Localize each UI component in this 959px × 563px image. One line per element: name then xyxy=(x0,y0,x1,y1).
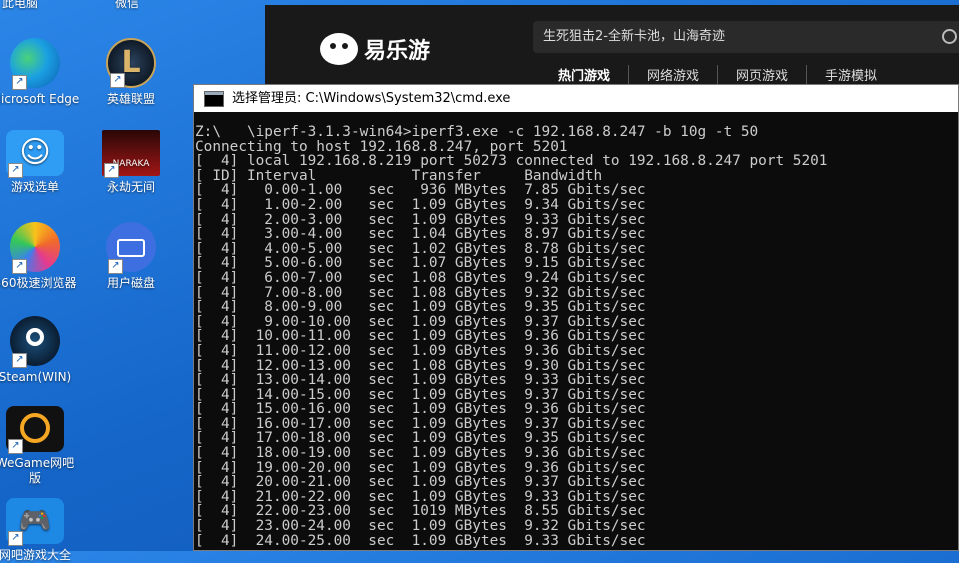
desktop-icon-game-menu[interactable]: ☺ ↗ 游戏选单 xyxy=(0,130,80,195)
cmd-line: [ 4] 12.00-13.00 sec 1.08 GBytes 9.30 Gb… xyxy=(195,357,646,374)
cmd-line: [ 4] 24.00-25.00 sec 1.09 GBytes 9.33 Gb… xyxy=(195,532,646,549)
steam-icon: ↗ xyxy=(10,316,60,368)
cmd-line: [ 4] 7.00-8.00 sec 1.08 GBytes 9.32 Gbit… xyxy=(195,284,646,301)
cmd-line: Z:\ \iperf-3.1.3-win64>iperf3.exe -c 192… xyxy=(195,124,759,140)
desktop-icon-user-disk[interactable]: ↗ 用户磁盘 xyxy=(86,222,176,291)
desktop-icon-label: 英雄联盟 xyxy=(106,92,155,106)
desktop-icon-label: 网吧游戏大全 xyxy=(0,548,71,562)
nav-web-games[interactable]: 网页游戏 xyxy=(718,65,808,84)
cmd-line: [ 4] 19.00-20.00 sec 1.09 GBytes 9.36 Gb… xyxy=(195,459,646,476)
desktop-icon-steam[interactable]: ↗ Steam(WIN) xyxy=(0,316,80,385)
nav-mobile-sim[interactable]: 手游模拟 xyxy=(807,65,895,84)
desktop-icon-label: Steam(WIN) xyxy=(0,370,72,384)
desktop-icon-label: 永劫无间 xyxy=(106,180,155,194)
cmd-line: [ 4] 5.00-6.00 sec 1.07 GBytes 9.15 Gbit… xyxy=(195,255,646,272)
cmd-line: [ 4] 20.00-21.00 sec 1.09 GBytes 9.37 Gb… xyxy=(195,474,646,491)
browser-360-icon: ↗ xyxy=(10,222,60,274)
cmd-line: [ 4] 22.00-23.00 sec 1019 MBytes 8.55 Gb… xyxy=(195,503,646,520)
cmd-line: [ 4] 18.00-19.00 sec 1.09 GBytes 9.36 Gb… xyxy=(195,445,646,462)
cmd-line: [ 4] 6.00-7.00 sec 1.08 GBytes 9.24 Gbit… xyxy=(195,269,646,286)
search-input[interactable]: 生死狙击2-全新卡池，山海奇迹 xyxy=(533,21,959,53)
cmd-line: [ 4] 0.00-1.00 sec 936 MBytes 7.85 Gbits… xyxy=(195,182,646,199)
cmd-output[interactable]: Z:\ \iperf-3.1.3-win64>iperf3.exe -c 192… xyxy=(194,112,958,548)
cmd-icon xyxy=(204,90,224,107)
nav-hot-games[interactable]: 热门游戏 xyxy=(558,65,630,84)
cmd-line: [ ID] Interval Transfer Bandwidth xyxy=(195,167,603,184)
cmd-line: [ 4] 17.00-18.00 sec 1.09 GBytes 9.35 Gb… xyxy=(195,430,646,447)
desktop-icon-wegame[interactable]: ↗ WeGame网吧版 xyxy=(0,406,80,486)
cmd-line: [ 4] 14.00-15.00 sec 1.09 GBytes 9.37 Gb… xyxy=(195,386,646,403)
cmd-line: [ 4] 10.00-11.00 sec 1.09 GBytes 9.36 Gb… xyxy=(195,328,646,345)
logo-face-icon xyxy=(320,33,358,65)
cmd-line: [ 4] 4.00-5.00 sec 1.02 GBytes 8.78 Gbit… xyxy=(195,240,646,257)
cmd-line: [ 4] 9.00-10.00 sec 1.09 GBytes 9.37 Gbi… xyxy=(195,313,646,330)
cmd-line: [ 4] 21.00-22.00 sec 1.09 GBytes 9.33 Gb… xyxy=(195,488,646,505)
desktop-icon-360-browser[interactable]: ↗ 360极速浏览器 xyxy=(0,222,80,291)
smiley-game-icon: ☺ ↗ xyxy=(6,130,64,178)
edge-icon: ↗ xyxy=(10,38,60,90)
site-logo-text: 易乐游 xyxy=(364,39,431,64)
site-nav: 热门游戏 网络游戏 网页游戏 手游模拟 xyxy=(558,65,895,84)
cmd-line: [ 4] 1.00-2.00 sec 1.09 GBytes 9.34 Gbit… xyxy=(195,196,646,213)
site-logo[interactable]: 易乐游 xyxy=(320,33,430,65)
cmd-line: [ 4] 15.00-16.00 sec 1.09 GBytes 9.36 Gb… xyxy=(195,401,646,418)
cmd-line: [ 4] 2.00-3.00 sec 1.09 GBytes 9.33 Gbit… xyxy=(195,211,646,228)
desktop-label-wechat[interactable]: 微信 xyxy=(115,0,139,11)
desktop-icon-yongjie[interactable]: NARAKA ↗ 永劫无间 xyxy=(86,130,176,195)
lol-icon: L ↗ xyxy=(106,38,156,88)
cmd-title-text: 选择管理员: C:\Windows\System32\cmd.exe xyxy=(232,91,511,106)
desktop-icon-label: WeGame网吧版 xyxy=(0,456,75,485)
wegame-icon: ↗ xyxy=(6,406,64,454)
cmd-window[interactable]: 选择管理员: C:\Windows\System32\cmd.exe Z:\ \… xyxy=(193,84,959,551)
desktop-icon-label: 游戏选单 xyxy=(10,180,59,194)
cmd-line: [ 4] 13.00-14.00 sec 1.09 GBytes 9.33 Gb… xyxy=(195,372,646,389)
desktop-icon-lol[interactable]: L ↗ 英雄联盟 xyxy=(86,38,176,107)
cmd-line: Connecting to host 192.168.8.247, port 5… xyxy=(195,138,568,155)
desktop-icon-label: 用户磁盘 xyxy=(106,276,155,290)
desktop-icon-label: 360极速浏览器 xyxy=(0,276,77,290)
desktop-icon-edge[interactable]: ↗ Microsoft Edge xyxy=(0,38,80,107)
disk-icon: ↗ xyxy=(106,222,156,274)
cmd-line: [ 4] local 192.168.8.219 port 50273 conn… xyxy=(195,153,828,170)
desktop-icon-label: Microsoft Edge xyxy=(0,92,80,106)
cmd-line: [ 4] 8.00-9.00 sec 1.09 GBytes 9.35 Gbit… xyxy=(195,299,646,316)
yongjie-icon: NARAKA ↗ xyxy=(102,130,160,178)
desktop-label-this-pc[interactable]: 此电脑 xyxy=(2,0,38,11)
cmd-line: [ 4] 16.00-17.00 sec 1.09 GBytes 9.37 Gb… xyxy=(195,415,646,432)
cmd-titlebar[interactable]: 选择管理员: C:\Windows\System32\cmd.exe xyxy=(194,85,958,112)
cmd-line: [ 4] 3.00-4.00 sec 1.04 GBytes 8.97 Gbit… xyxy=(195,226,646,243)
search-placeholder: 生死狙击2-全新卡池，山海奇迹 xyxy=(543,29,725,44)
nav-online-games[interactable]: 网络游戏 xyxy=(629,65,719,84)
search-icon[interactable] xyxy=(942,29,957,44)
cmd-line: [ 4] 23.00-24.00 sec 1.09 GBytes 9.32 Gb… xyxy=(195,518,646,535)
cmd-line: [ 4] 11.00-12.00 sec 1.09 GBytes 9.36 Gb… xyxy=(195,342,646,359)
browser-header: 易乐游 生死狙击2-全新卡池，山海奇迹 热门游戏 网络游戏 网页游戏 手游模拟 xyxy=(265,5,959,95)
desktop-icon-game-hall[interactable]: 🎮 ↗ 网吧游戏大全 xyxy=(0,498,80,563)
gamepad-icon: 🎮 ↗ xyxy=(6,498,64,546)
